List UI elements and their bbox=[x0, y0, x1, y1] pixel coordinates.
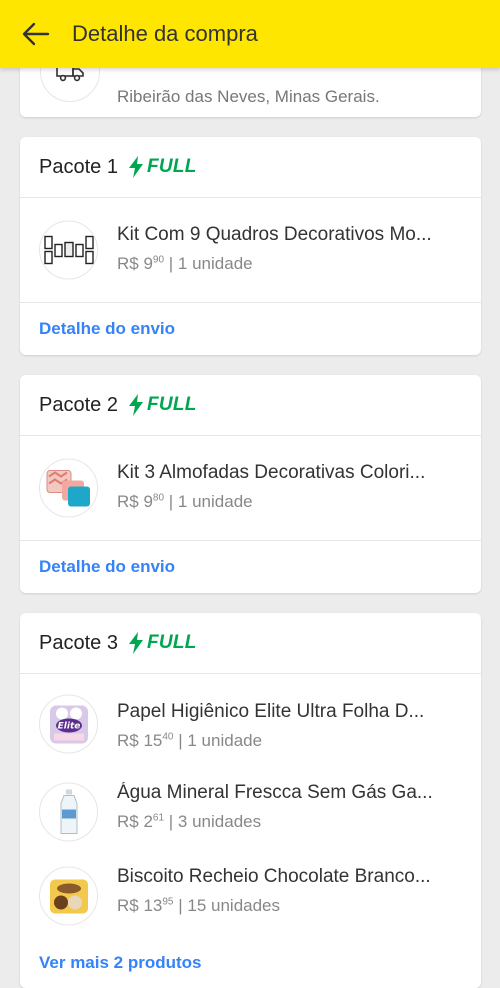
full-label: FULL bbox=[146, 394, 197, 415]
lightning-icon bbox=[128, 632, 143, 654]
package-card-2: Pacote 2 FULL Kit 3 Almofadas Decorativa… bbox=[20, 375, 481, 593]
full-badge: FULL bbox=[128, 632, 197, 654]
list-item[interactable]: Elite Papel Higiênico Elite Ultra Folha … bbox=[20, 674, 481, 770]
water-bottle-thumb bbox=[39, 782, 98, 842]
list-item[interactable]: Água Mineral Frescca Sem Gás Ga... R$ 26… bbox=[20, 770, 481, 854]
item-price-qty: R$ 1540 | 1 unidade bbox=[117, 731, 263, 750]
biscuit-thumb bbox=[39, 866, 98, 926]
page-title: Detalhe da compra bbox=[72, 21, 258, 46]
app-bar: Detalhe da compra bbox=[0, 0, 500, 68]
package-card-3: Pacote 3 FULL Elite Papel Higiênico Elit… bbox=[20, 613, 481, 988]
item-title: Kit 3 Almofadas Decorativas Colori... bbox=[117, 462, 426, 483]
item-title: Papel Higiênico Elite Ultra Folha D... bbox=[117, 701, 425, 722]
full-badge: FULL bbox=[128, 394, 197, 416]
pillows-thumb bbox=[39, 458, 98, 518]
item-title: Água Mineral Frescca Sem Gás Ga... bbox=[117, 782, 433, 803]
arrow-back-icon bbox=[22, 22, 50, 46]
lightning-icon bbox=[128, 394, 143, 416]
see-more-row[interactable]: Ver mais 2 produtos bbox=[20, 938, 481, 988]
package-title: Pacote 3 bbox=[39, 631, 118, 654]
shipment-detail-row[interactable]: Detalhe do envio bbox=[20, 540, 481, 593]
list-item[interactable]: Biscoito Recheio Chocolate Branco... R$ … bbox=[20, 854, 481, 938]
item-title: Kit Com 9 Quadros Decorativos Mo... bbox=[117, 224, 432, 245]
item-price-qty: R$ 261 | 3 unidades bbox=[117, 812, 262, 831]
package-title: Pacote 2 bbox=[39, 393, 118, 416]
package-header: Pacote 3 FULL bbox=[20, 613, 481, 674]
back-button[interactable] bbox=[0, 0, 72, 68]
package-title: Pacote 1 bbox=[39, 155, 118, 178]
list-item[interactable]: Kit 3 Almofadas Decorativas Colori... R$… bbox=[20, 436, 481, 540]
item-price-qty: R$ 980 | 1 unidade bbox=[117, 492, 253, 511]
package-card-1: Pacote 1 FULL Kit Com 9 Quadros Decorati… bbox=[20, 137, 481, 355]
item-price-qty: R$ 990 | 1 unidade bbox=[117, 254, 253, 273]
frames-thumb bbox=[39, 220, 98, 280]
lightning-icon bbox=[128, 156, 143, 178]
full-label: FULL bbox=[146, 156, 197, 177]
list-item[interactable]: Kit Com 9 Quadros Decorativos Mo... R$ 9… bbox=[20, 198, 481, 302]
address-text: Ribeirão das Neves, Minas Gerais. bbox=[117, 87, 380, 106]
shipment-detail-link[interactable]: Detalhe do envio bbox=[39, 319, 175, 339]
toilet-paper-thumb: Elite bbox=[39, 694, 98, 754]
see-more-products-link[interactable]: Ver mais 2 produtos bbox=[39, 953, 202, 973]
shipment-detail-row[interactable]: Detalhe do envio bbox=[20, 302, 481, 355]
svg-text:Elite: Elite bbox=[57, 721, 80, 731]
package-header: Pacote 2 FULL bbox=[20, 375, 481, 436]
package-header: Pacote 1 FULL bbox=[20, 137, 481, 198]
full-badge: FULL bbox=[128, 156, 197, 178]
item-price-qty: R$ 1395 | 15 unidades bbox=[117, 896, 281, 915]
shipment-detail-link[interactable]: Detalhe do envio bbox=[39, 557, 175, 577]
item-title: Biscoito Recheio Chocolate Branco... bbox=[117, 866, 431, 887]
full-label: FULL bbox=[146, 632, 197, 653]
